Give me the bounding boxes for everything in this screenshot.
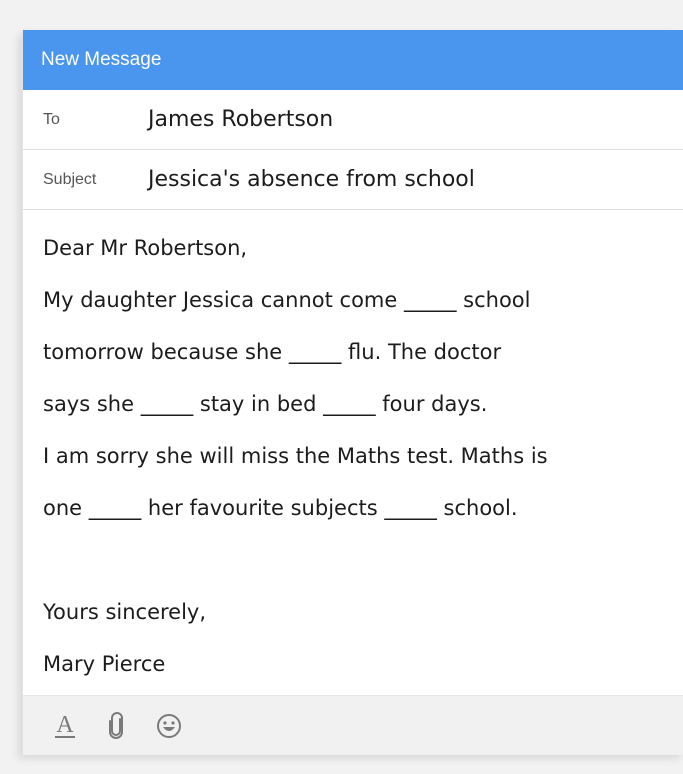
body-line: Mary Pierce bbox=[43, 652, 166, 676]
subject-field[interactable]: Jessica's absence from school bbox=[148, 167, 475, 192]
body-line: says she _____ stay in bed _____ four da… bbox=[43, 392, 488, 416]
to-label: To bbox=[43, 110, 60, 128]
title-bar: New Message bbox=[23, 30, 683, 90]
body-line: Yours sincerely, bbox=[43, 600, 207, 624]
subject-label: Subject bbox=[43, 170, 97, 188]
compose-toolbar: A bbox=[23, 695, 683, 755]
text-format-button[interactable]: A bbox=[51, 712, 79, 740]
body-line: I am sorry she will miss the Maths test.… bbox=[43, 444, 548, 468]
text-format-icon: A bbox=[55, 711, 75, 738]
message-body[interactable]: Dear Mr Robertson, My daughter Jessica c… bbox=[23, 210, 683, 695]
body-line: Dear Mr Robertson, bbox=[43, 236, 248, 260]
to-row: To James Robertson bbox=[23, 90, 683, 150]
body-line: one _____ her favourite subjects _____ s… bbox=[43, 496, 518, 520]
attach-button[interactable] bbox=[103, 711, 131, 740]
body-blank-line bbox=[43, 534, 683, 586]
emoji-icon bbox=[157, 713, 181, 738]
page-background: New Message To James Robertson Subject J… bbox=[0, 0, 683, 774]
body-line: tomorrow because she _____ flu. The doct… bbox=[43, 340, 502, 364]
attachment-icon bbox=[109, 711, 123, 739]
subject-row: Subject Jessica's absence from school bbox=[23, 150, 683, 210]
compose-window: New Message To James Robertson Subject J… bbox=[22, 30, 683, 755]
window-title: New Message bbox=[41, 49, 162, 70]
body-line: My daughter Jessica cannot come _____ sc… bbox=[43, 288, 531, 312]
emoji-button[interactable] bbox=[155, 712, 183, 740]
to-field[interactable]: James Robertson bbox=[148, 107, 333, 132]
